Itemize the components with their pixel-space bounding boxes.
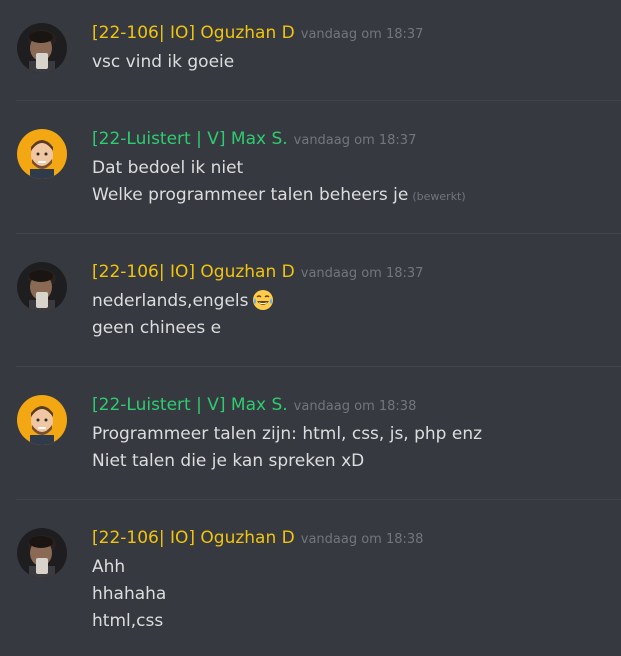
timestamp: vandaag om 18:37 [293, 133, 417, 148]
cartoon-avatar-icon [17, 129, 67, 179]
message-line: geen chinees e [92, 318, 222, 338]
message-divider [16, 499, 621, 500]
username[interactable]: [22-106| IO] Oguzhan D [92, 528, 295, 548]
message-line: hhahaha [92, 584, 167, 604]
message-line-text: nederlands,engels [92, 291, 249, 311]
message-content: nederlands,engels geen chinees e [92, 289, 274, 343]
timestamp: vandaag om 18:37 [300, 27, 424, 42]
photo-avatar-icon [17, 23, 67, 73]
chat-messages: [22-106| IO] Oguzhan D vandaag om 18:37 v… [0, 0, 621, 656]
message-divider [16, 100, 621, 101]
message-content: vsc vind ik goeie [92, 50, 234, 77]
message-content: Dat bedoel ik niet Welke programmeer tal… [92, 156, 466, 210]
message-divider [16, 233, 621, 234]
username[interactable]: [22-106| IO] Oguzhan D [92, 262, 295, 282]
message-header: [22-Luistert | V] Max S. vandaag om 18:38 [92, 393, 416, 417]
message-header: [22-106| IO] Oguzhan D vandaag om 18:37 [92, 260, 423, 284]
timestamp: vandaag om 18:38 [293, 399, 417, 414]
user-avatar[interactable] [17, 395, 67, 445]
photo-avatar-icon [17, 262, 67, 312]
username[interactable]: [22-106| IO] Oguzhan D [92, 23, 295, 43]
user-avatar[interactable] [17, 23, 67, 73]
message-line: Niet talen die je kan spreken xD [92, 451, 365, 471]
user-avatar[interactable] [17, 129, 67, 179]
timestamp: vandaag om 18:37 [300, 266, 424, 281]
message-content: Ahh hhahaha html,css [92, 555, 166, 636]
username[interactable]: [22-Luistert | V] Max S. [92, 395, 288, 415]
message-line: nederlands,engels [92, 289, 274, 316]
message-header: [22-106| IO] Oguzhan D vandaag om 18:37 [92, 21, 423, 45]
joy-emoji-icon[interactable] [252, 289, 274, 318]
user-avatar[interactable] [17, 528, 67, 578]
message-line-text: Welke programmeer talen beheers je [92, 185, 409, 205]
cartoon-avatar-icon [17, 395, 67, 445]
message-divider [16, 366, 621, 367]
username[interactable]: [22-Luistert | V] Max S. [92, 129, 288, 149]
message-line: Dat bedoel ik niet [92, 158, 244, 178]
message-header: [22-Luistert | V] Max S. vandaag om 18:37 [92, 127, 416, 151]
message-line: vsc vind ik goeie [92, 52, 235, 72]
message-content: Programmeer talen zijn: html, css, js, p… [92, 422, 482, 476]
user-avatar[interactable] [17, 262, 67, 312]
message-line: Programmeer talen zijn: html, css, js, p… [92, 424, 483, 444]
message-line: Welke programmeer talen beheers je (bewer… [92, 183, 466, 210]
message-header: [22-106| IO] Oguzhan D vandaag om 18:38 [92, 526, 423, 550]
message-line: html,css [92, 611, 164, 631]
photo-avatar-icon [17, 528, 67, 578]
message-line: Ahh [92, 557, 126, 577]
timestamp: vandaag om 18:38 [300, 532, 424, 547]
edited-label: (bewerkt) [412, 190, 466, 203]
